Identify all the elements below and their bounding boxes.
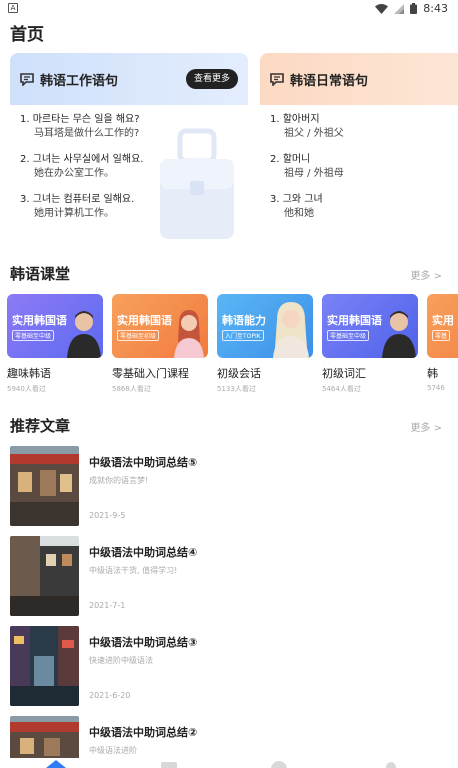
message-icon [270, 72, 284, 86]
wifi-icon [375, 3, 389, 14]
article-title: 中级语法中助词总结③ [89, 636, 198, 649]
page-title: 首页 [10, 25, 44, 45]
course-name: 韩 [427, 367, 438, 380]
course-thumbnail: 实用韩国语 零基础至中级 [322, 294, 418, 358]
battery-icon [410, 3, 418, 14]
articles-section-title: 推荐文章 [10, 417, 71, 435]
sentence-card-work[interactable]: 韩语工作语句 查看更多 1. 마르타는 무슨 일을 해요? 马耳塔是做什么工作的?… [10, 53, 248, 241]
classroom-section-title: 韩语课堂 [10, 265, 71, 283]
course-views: 5868人看过 [112, 385, 151, 393]
article-date: 2021-7-1 [89, 601, 126, 610]
sentence-item[interactable]: 3. 그와 그녀 他和她 [270, 193, 458, 221]
signal-icon [394, 3, 405, 14]
course-views: 5940人看过 [7, 385, 46, 393]
articles-more-link[interactable]: 更多 > [410, 419, 442, 434]
article-subtitle: 中级语法干货, 值得学习! [89, 566, 178, 575]
course-card[interactable]: 实用韩国语 零基础至中级 初级词汇 5464人看过 [322, 294, 418, 394]
home-icon[interactable] [46, 760, 66, 768]
explore-icon[interactable] [270, 760, 288, 768]
article-thumbnail [10, 536, 79, 616]
teacher-photo [273, 302, 309, 358]
article-item[interactable]: 中级语法中助词总结③ 快速进阶中级语法 2021-6-20 [10, 626, 450, 706]
course-card[interactable]: 实用韩国语 零基础至初级 零基础入门课程 5868人看过 [112, 294, 208, 394]
article-item[interactable]: 中级语法中助词总结⑤ 成就你的语言梦! 2021-9-5 [10, 446, 450, 526]
sentence-item[interactable]: 2. 할머니 祖母 / 外祖母 [270, 153, 458, 181]
article-title: 中级语法中助词总结⑤ [89, 456, 198, 469]
course-name: 趣味韩语 [7, 367, 51, 380]
course-views: 5464人看过 [322, 385, 361, 393]
course-name: 零基础入门课程 [112, 367, 189, 380]
course-views: 5133人看过 [217, 385, 256, 393]
article-thumbnail [10, 626, 79, 706]
message-icon[interactable] [160, 760, 178, 768]
article-thumbnail [10, 446, 79, 526]
course-thumbnail: 实用 零基 [427, 294, 458, 358]
message-icon [20, 72, 34, 86]
course-views: 5746 [427, 384, 445, 392]
article-thumbnail [10, 716, 79, 758]
course-thumbnail: 实用韩国语 零基础至初级 [112, 294, 208, 358]
article-subtitle: 成就你的语言梦! [89, 476, 149, 485]
card-title: 韩语工作语句 [40, 73, 119, 89]
classroom-more-link[interactable]: 更多 > [410, 267, 442, 282]
course-card[interactable]: 实用 零基 韩 5746 [427, 294, 458, 392]
article-date: 2021-9-5 [89, 511, 126, 520]
clock: 8:43 [423, 2, 448, 15]
article-item[interactable]: 中级语法中助词总结② 中级语法进阶 [10, 716, 450, 758]
briefcase-icon [160, 128, 234, 239]
card-title: 韩语日常语句 [290, 73, 369, 89]
notification-icon: A [8, 3, 18, 13]
view-more-button[interactable]: 查看更多 [185, 69, 238, 89]
sentence-item[interactable]: 1. 할아버지 祖父 / 外祖父 [270, 113, 458, 141]
sentence-card-daily[interactable]: 韩语日常语句 查 1. 할아버지祖父 / 外祖父 2. 할머니祖母 / 外祖母 … [260, 53, 458, 241]
article-date: 2021-6-20 [89, 691, 131, 700]
sentence-card-carousel[interactable]: 韩语工作语句 查看更多 1. 마르타는 무슨 일을 해요? 马耳塔是做什么工作的?… [10, 53, 458, 243]
teacher-photo [67, 311, 101, 358]
course-card[interactable]: 实用韩国语 零基础至中级 趣味韩语 5940人看过 [7, 294, 103, 394]
teacher-photo [382, 311, 416, 358]
course-thumbnail: 韩语能力 入门至TOPIK [217, 294, 313, 358]
course-name: 初级会话 [217, 367, 261, 380]
article-title: 中级语法中助词总结② [89, 726, 198, 739]
status-bar: A 8:43 [0, 0, 458, 18]
profile-icon[interactable] [382, 760, 400, 768]
course-name: 初级词汇 [322, 367, 366, 380]
course-thumbnail: 实用韩国语 零基础至中级 [7, 294, 103, 358]
article-subtitle: 中级语法进阶 [89, 746, 137, 755]
teacher-photo [174, 310, 204, 358]
article-item[interactable]: 中级语法中助词总结④ 中级语法干货, 值得学习! 2021-7-1 [10, 536, 450, 616]
course-card[interactable]: 韩语能力 入门至TOPIK 初级会话 5133人看过 [217, 294, 313, 394]
article-subtitle: 快速进阶中级语法 [89, 656, 153, 665]
article-title: 中级语法中助词总结④ [89, 546, 198, 559]
bottom-tab-bar[interactable] [0, 758, 458, 768]
course-list[interactable]: 实用韩国语 零基础至中级 趣味韩语 5940人看过 实用韩国语 零基础至初级 零… [7, 294, 458, 404]
